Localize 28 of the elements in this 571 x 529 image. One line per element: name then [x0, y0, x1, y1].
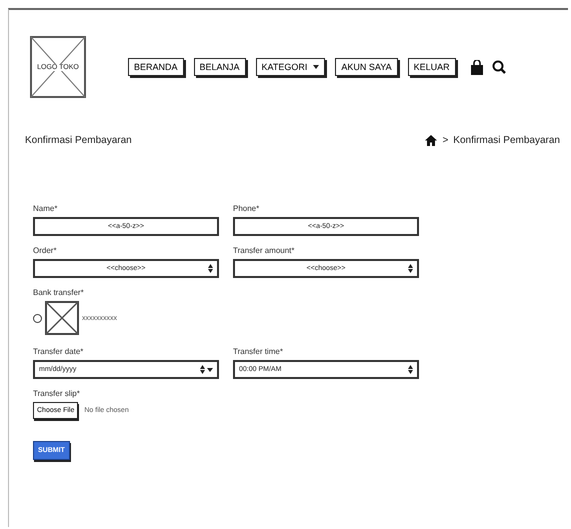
breadcrumb-current: Konfirmasi Pembayaran [453, 135, 560, 146]
field-label: Bank transfer* [33, 288, 85, 297]
field-label: Name* [33, 204, 58, 213]
field-label: Transfer time* [233, 347, 284, 356]
home-icon[interactable] [425, 135, 438, 146]
bank-image-placeholder [45, 301, 79, 335]
nav-button[interactable]: KELUAR [408, 58, 456, 76]
stepper-icon [408, 365, 413, 374]
nav-button[interactable]: BERANDA [128, 58, 184, 76]
search-icon[interactable] [492, 60, 506, 74]
page-title: Konfirmasi Pembayaran [25, 135, 132, 146]
field-label: Transfer date* [33, 347, 84, 356]
logo-placeholder-drawing [30, 36, 86, 98]
caret-icon [207, 368, 213, 372]
stepper-icon [208, 264, 213, 273]
field-label: Transfer slip* [33, 389, 81, 398]
stepper-icon [200, 365, 205, 374]
nav-dropdown[interactable]: KATEGORI [256, 58, 326, 76]
nav-button[interactable]: AKUN SAYA [335, 58, 398, 76]
nav-button[interactable]: BELANJA [194, 58, 246, 76]
field-label: Phone* [233, 204, 260, 213]
caret-icon [313, 65, 320, 69]
stepper-icon [408, 264, 413, 273]
radio-button[interactable] [33, 314, 42, 322]
breadcrumb-separator: > [442, 135, 448, 146]
shopping-bag-icon[interactable] [470, 60, 484, 74]
field-label: Transfer amount* [233, 246, 296, 255]
field-label: Order* [33, 246, 58, 255]
